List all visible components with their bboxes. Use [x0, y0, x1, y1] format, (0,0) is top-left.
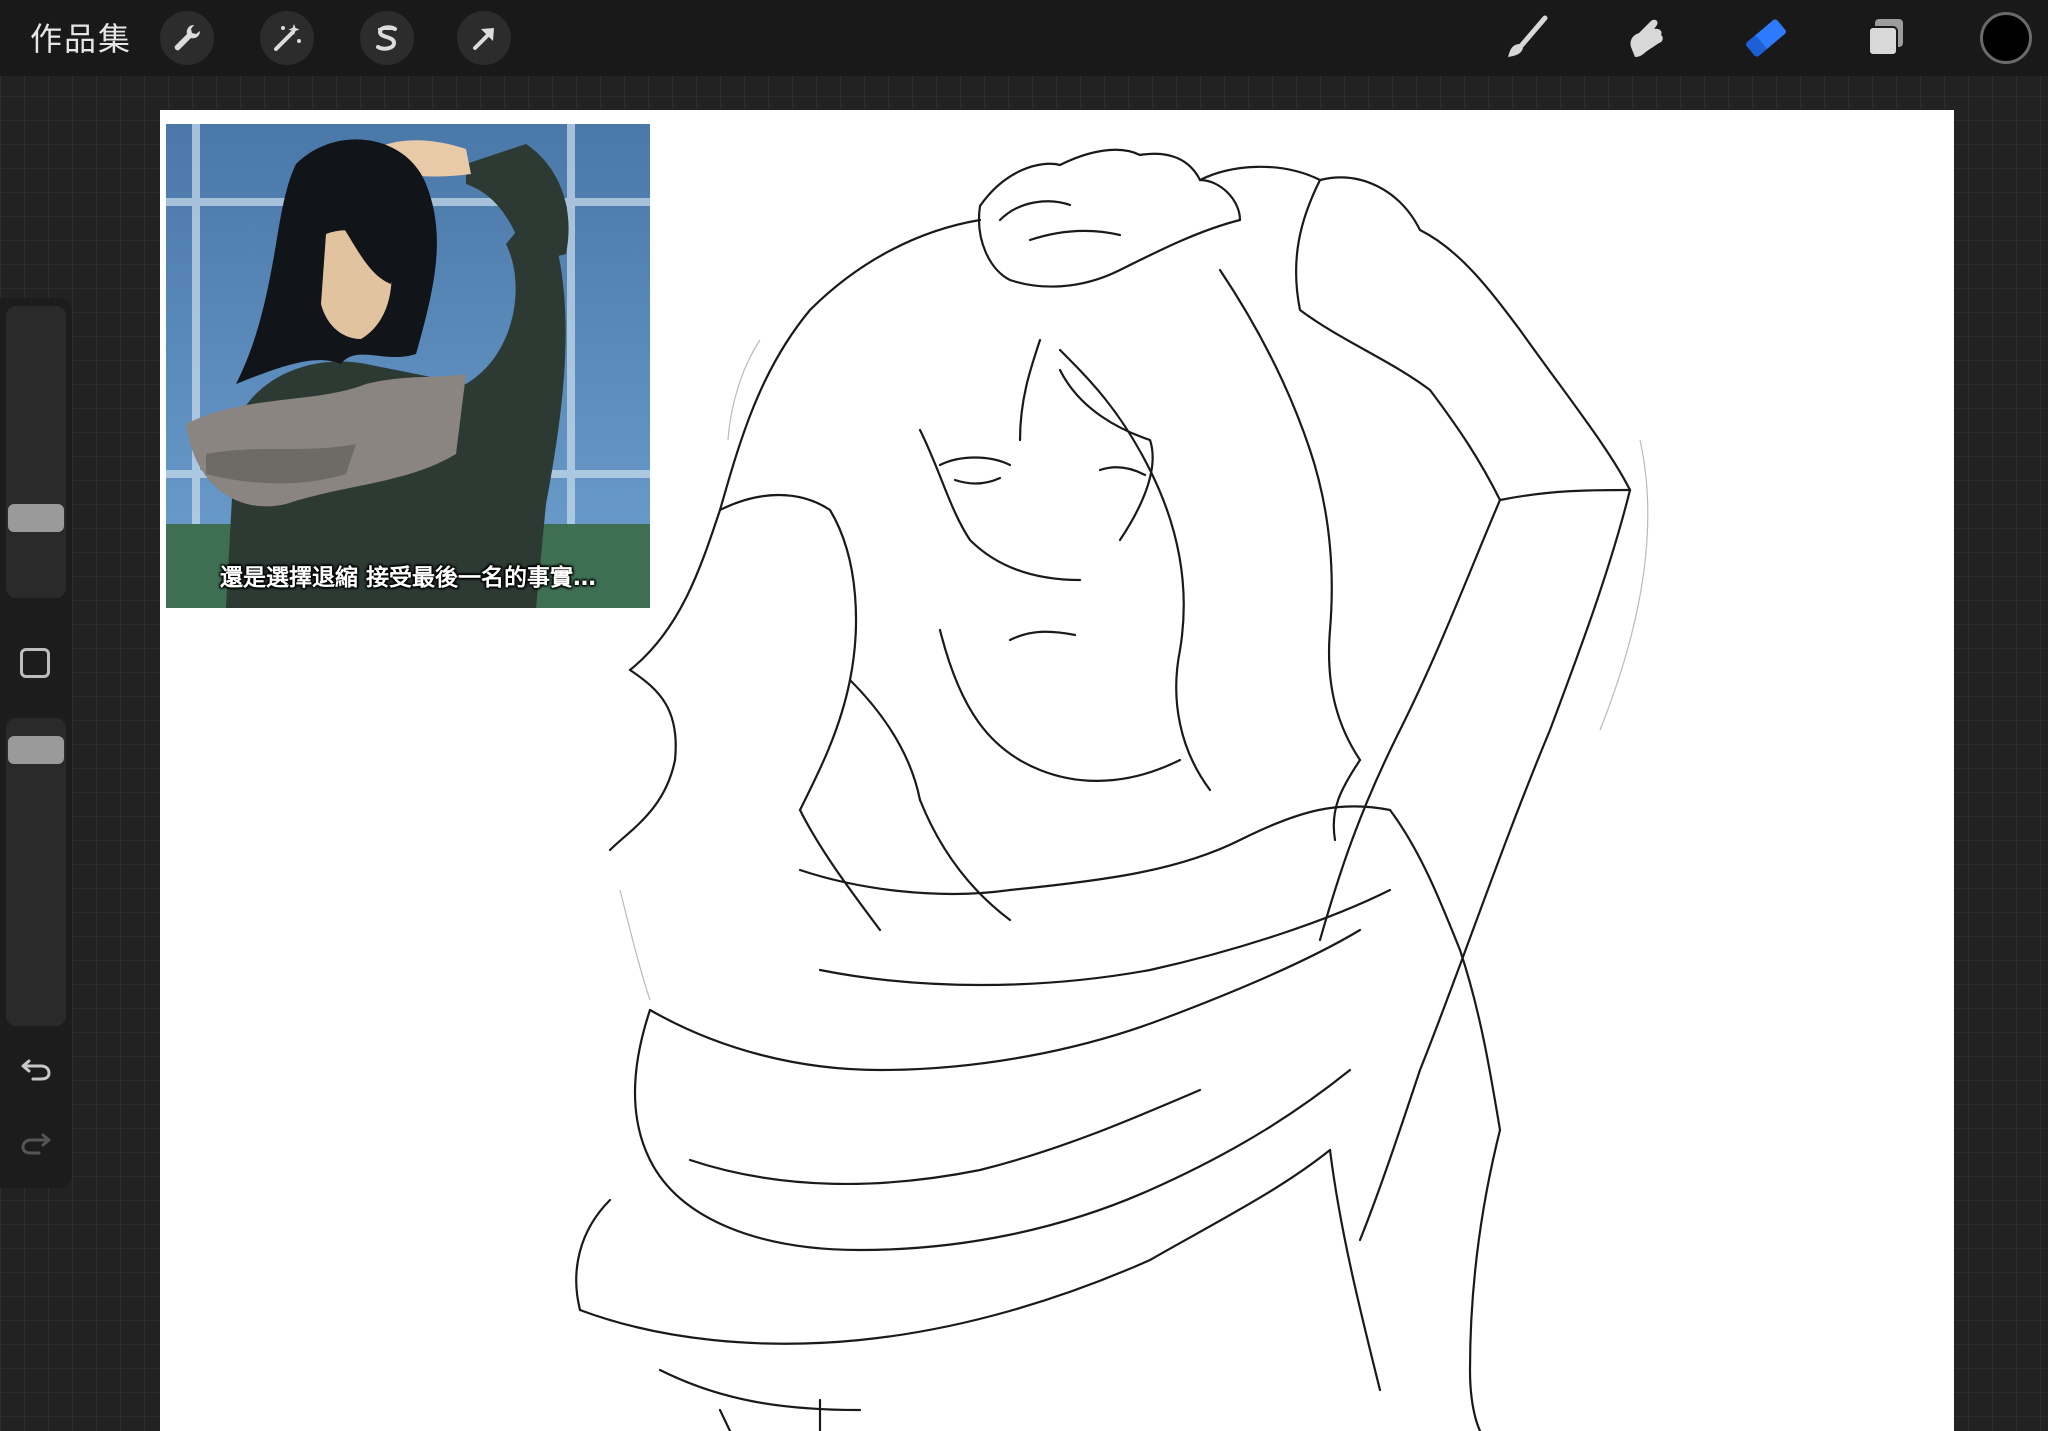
undo-arrow-icon: [21, 1059, 51, 1081]
gallery-button[interactable]: 作品集: [30, 14, 132, 60]
actions-button[interactable]: [160, 11, 214, 65]
brush-tool[interactable]: [1498, 10, 1554, 66]
color-picker-button[interactable]: [1980, 12, 2032, 64]
opacity-thumb[interactable]: [8, 736, 64, 764]
brush-icon: [1508, 15, 1548, 57]
left-sidebar: [0, 298, 72, 1188]
brush-size-slider[interactable]: [6, 306, 66, 598]
wrench-icon: [174, 24, 201, 51]
line-sketch: [575, 148, 1649, 1431]
smudge-tool[interactable]: [1618, 10, 1674, 66]
opacity-slider[interactable]: [6, 718, 66, 1026]
layers-icon: [1868, 19, 1903, 56]
modify-button[interactable]: [20, 648, 50, 678]
arrow-cursor-icon: [473, 28, 494, 50]
adjustments-button[interactable]: [260, 11, 314, 65]
eraser-icon: [1746, 19, 1786, 57]
selection-s-icon: [376, 25, 397, 51]
brush-size-thumb[interactable]: [8, 504, 64, 532]
smudge-finger-icon: [1630, 19, 1663, 57]
undo-button[interactable]: [18, 1050, 54, 1086]
drawing-canvas[interactable]: 還是選擇退縮 接受最後一名的事實…: [160, 110, 1954, 1431]
magic-wand-icon: [274, 24, 301, 51]
top-toolbar: 作品集: [0, 0, 2048, 76]
redo-arrow-icon: [21, 1133, 51, 1155]
eraser-tool[interactable]: [1738, 10, 1794, 66]
layers-button[interactable]: [1858, 10, 1914, 66]
selection-button[interactable]: [360, 11, 414, 65]
redo-button[interactable]: [18, 1124, 54, 1160]
canvas-workspace[interactable]: 作品集 還是選擇退縮 接受最後一名的事實…: [0, 0, 2048, 1431]
transform-button[interactable]: [457, 11, 511, 65]
